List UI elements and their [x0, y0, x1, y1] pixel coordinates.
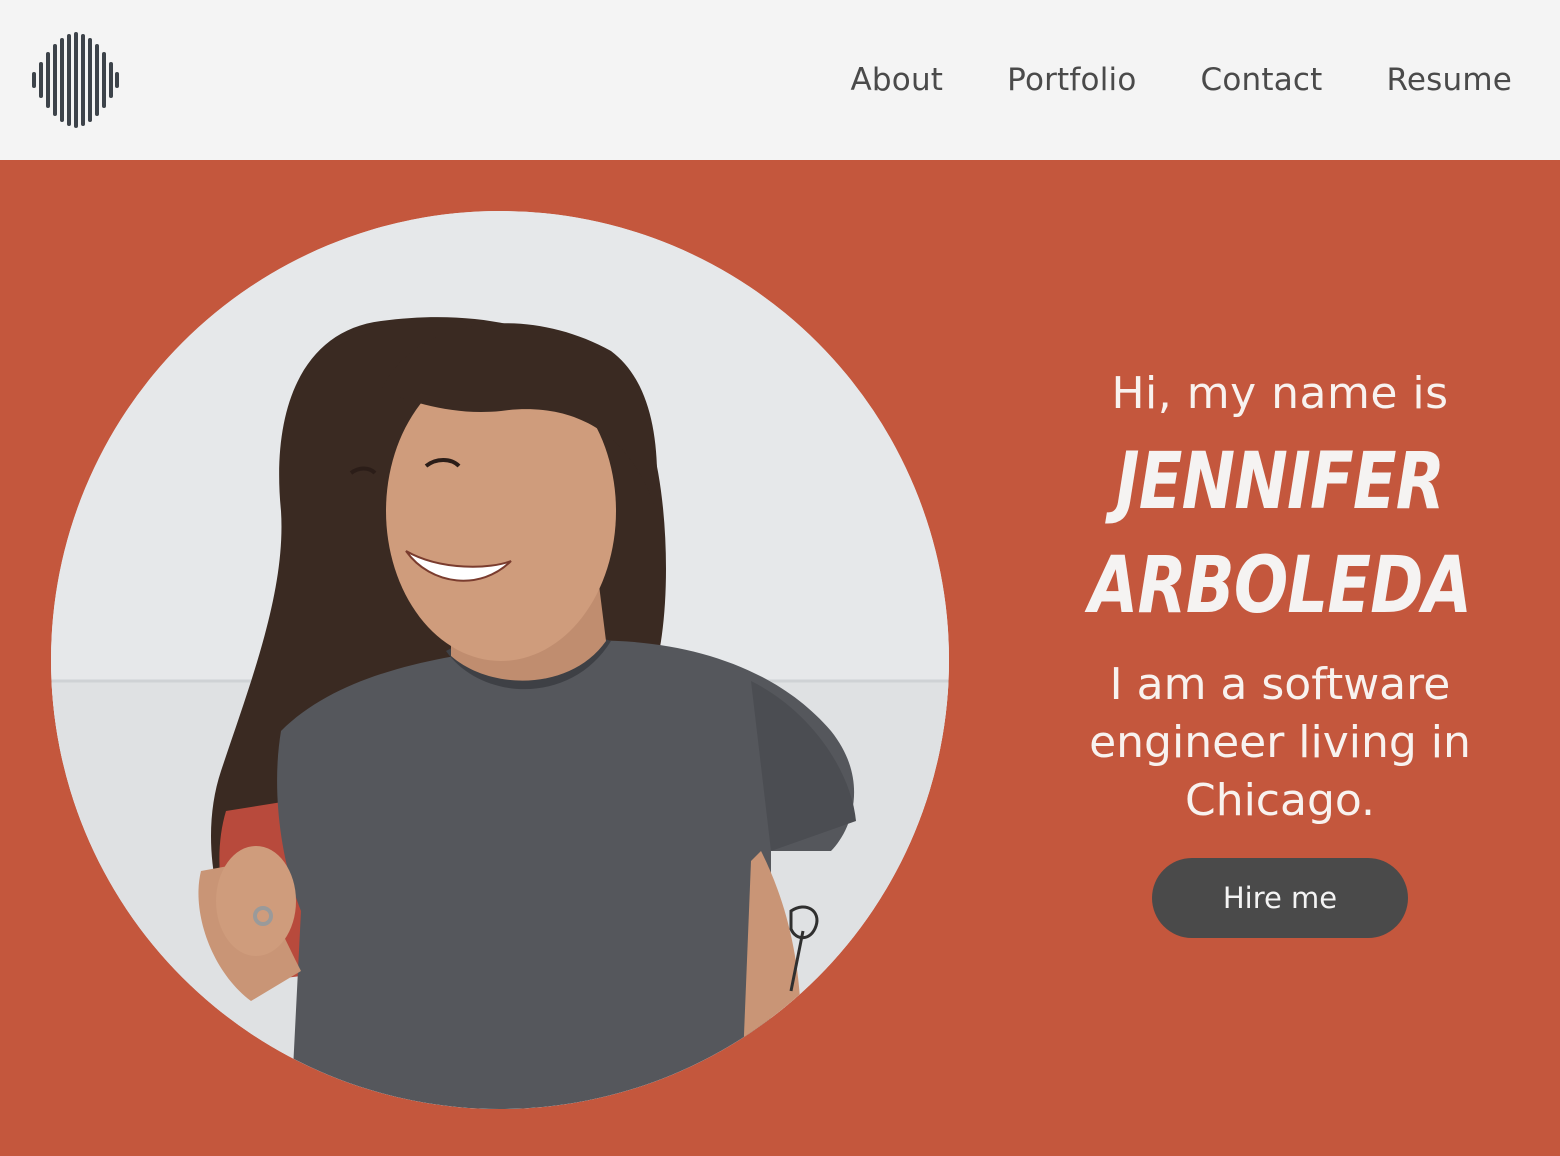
hire-me-button[interactable]: Hire me: [1152, 858, 1408, 938]
portfolio-page: About Portfolio Contact Resume Hi, my na…: [0, 0, 1560, 1156]
name-heading: Jennifer Arboleda: [1083, 426, 1477, 638]
nav-link-resume[interactable]: Resume: [1387, 62, 1513, 98]
name-line-first: Jennifer: [1115, 437, 1445, 527]
tagline-text: I am a software engineer living in Chica…: [1040, 656, 1520, 830]
nav-link-contact[interactable]: Contact: [1200, 62, 1322, 98]
tagline-line-2: engineer living in: [1089, 717, 1471, 768]
profile-photo: [51, 211, 949, 1109]
tagline-line-3: Chicago.: [1184, 775, 1376, 826]
main-nav: About Portfolio Contact Resume: [851, 0, 1513, 160]
waveform-logo-icon[interactable]: [30, 32, 120, 128]
site-header: About Portfolio Contact Resume: [0, 0, 1560, 160]
greeting-text: Hi, my name is: [1111, 368, 1449, 419]
nav-link-portfolio[interactable]: Portfolio: [1007, 62, 1136, 98]
tagline-line-1: I am a software: [1109, 659, 1451, 710]
name-line-last: Arboleda: [1088, 541, 1472, 631]
intro-section: Hi, my name is Jennifer Arboleda I am a …: [1040, 362, 1520, 938]
nav-link-about[interactable]: About: [851, 62, 944, 98]
